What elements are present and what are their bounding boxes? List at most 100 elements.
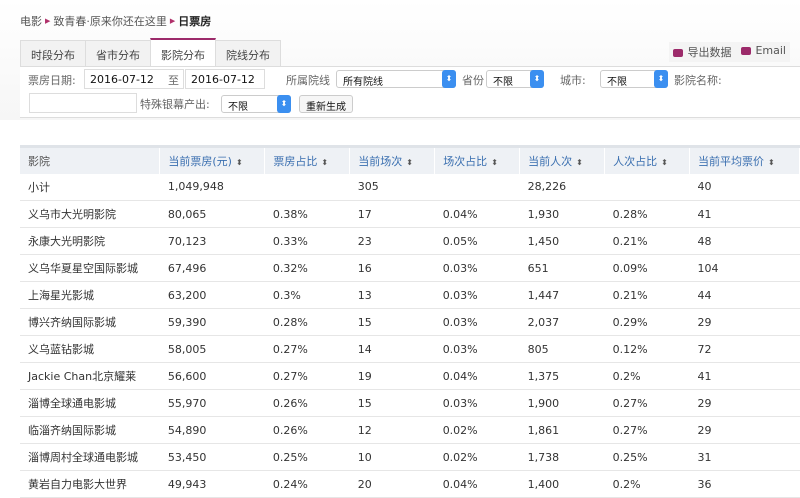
table-cell: 0.2%: [604, 470, 690, 498]
table-cell: 博兴齐纳国际影城: [20, 308, 160, 336]
table-cell: 1,738: [519, 443, 605, 471]
column-header[interactable]: 人次占比 ⬍: [604, 145, 691, 174]
sort-icon[interactable]: ⬍: [321, 158, 328, 167]
tab-cinema[interactable]: 影院分布: [150, 38, 216, 67]
breadcrumb-film[interactable]: 致青春·原来你还在这里: [53, 13, 167, 29]
email-label: Email: [755, 44, 786, 57]
table-cell: 义乌市大光明影院: [20, 200, 160, 228]
breadcrumb-movie[interactable]: 电影: [20, 13, 42, 29]
column-header-label: 影院: [28, 154, 50, 168]
table-cell: 0.28%: [604, 200, 690, 228]
table-cell: 临淄齐纳国际影城: [20, 416, 160, 444]
column-header-label: 票房占比: [273, 154, 318, 168]
column-header[interactable]: 当前票房(元) ⬍: [159, 145, 266, 174]
table-row: 淄博全球通电影城 55,970 0.26% 15 0.03% 1,900 0.27% 29: [20, 389, 800, 417]
table-cell: 59,390: [159, 308, 265, 336]
column-header-label: 场次占比: [443, 154, 488, 168]
table-cell: 23: [349, 227, 435, 255]
sort-icon[interactable]: ⬍: [576, 158, 583, 167]
table-cell: 651: [519, 254, 605, 282]
table-cell: 0.28%: [264, 308, 350, 336]
table-cell: 0.38%: [264, 200, 350, 228]
special-screen-value: 不限: [228, 102, 248, 113]
email-button[interactable]: Email: [741, 44, 786, 60]
table-cell: 15: [349, 389, 435, 417]
column-header[interactable]: 当前平均票价 ⬍: [689, 145, 800, 174]
city-select[interactable]: 不限 ⬍: [600, 70, 668, 88]
table-cell: 16: [349, 254, 435, 282]
column-header-label: 当前场次: [358, 154, 403, 168]
tab-chain[interactable]: 院线分布: [215, 40, 281, 67]
table-cell: 44: [689, 281, 800, 309]
sort-icon[interactable]: ⬍: [661, 158, 668, 167]
table-cell: 36: [689, 470, 800, 498]
table-cell: 0.05%: [434, 227, 520, 255]
sort-icon[interactable]: ⬍: [406, 158, 413, 167]
export-button[interactable]: 导出数据: [673, 44, 731, 60]
table-cell: 72: [689, 335, 800, 363]
table-cell: 0.24%: [264, 470, 350, 498]
regenerate-button[interactable]: 重新生成: [299, 95, 353, 113]
table-cell: 小计: [20, 173, 160, 201]
table-cell: 0.26%: [264, 416, 350, 444]
table-cell: 15: [349, 308, 435, 336]
table-row: 上海星光影城 63,200 0.3% 13 0.03% 1,447 0.21% 44: [20, 281, 800, 309]
column-header-label: 当前票房(元): [168, 154, 232, 168]
table-cell: 淄博全球通电影城: [20, 389, 160, 417]
date-to-input[interactable]: 2016-07-12: [185, 69, 265, 89]
table-cell: 0.21%: [604, 227, 690, 255]
table-cell: 0.03%: [434, 254, 520, 282]
to-label: 至: [168, 74, 179, 87]
select-arrows-icon: ⬍: [277, 95, 291, 113]
province-select[interactable]: 不限 ⬍: [486, 70, 544, 88]
table-row: 永康大光明影院 70,123 0.33% 23 0.05% 1,450 0.21% 48: [20, 227, 800, 255]
column-header[interactable]: 场次占比 ⬍: [434, 145, 521, 174]
province-value: 不限: [493, 77, 513, 88]
date-label: 票房日期:: [28, 74, 76, 87]
column-header-label: 人次占比: [613, 154, 658, 168]
sort-icon[interactable]: ⬍: [768, 158, 775, 167]
table-cell: 1,447: [519, 281, 605, 309]
table-cell: 17: [349, 200, 435, 228]
cinema-name-input[interactable]: [29, 93, 137, 113]
column-header[interactable]: 当前场次 ⬍: [349, 145, 436, 174]
table-cell: [604, 173, 690, 201]
city-value: 不限: [607, 77, 627, 88]
table-cell: 0.02%: [434, 416, 520, 444]
city-label: 城市:: [560, 74, 586, 87]
table-cell: 49,943: [159, 470, 265, 498]
table-cell: 305: [349, 173, 435, 201]
table-cell: 0.32%: [264, 254, 350, 282]
table-cell: 0.26%: [264, 389, 350, 417]
table-cell: 41: [689, 362, 800, 390]
table-cell: 1,930: [519, 200, 605, 228]
export-actions: 导出数据 Email: [669, 42, 790, 62]
table-cell: 1,861: [519, 416, 605, 444]
sort-icon[interactable]: ⬍: [491, 158, 498, 167]
table-cell: 1,450: [519, 227, 605, 255]
table-cell: 48: [689, 227, 800, 255]
select-arrows-icon: ⬍: [530, 70, 544, 88]
table-cell: 0.04%: [434, 470, 520, 498]
column-header[interactable]: 当前人次 ⬍: [519, 145, 606, 174]
special-screen-label: 特殊银幕产出:: [140, 98, 210, 111]
table-row: 博兴齐纳国际影城 59,390 0.28% 15 0.03% 2,037 0.29% 29: [20, 308, 800, 336]
table-cell: 黄岩自力电影大世界: [20, 470, 160, 498]
arrow-icon: ▶: [169, 17, 176, 25]
table-cell: 义乌华夏星空国际影城: [20, 254, 160, 282]
column-header[interactable]: 票房占比 ⬍: [264, 145, 351, 174]
special-screen-select[interactable]: 不限 ⬍: [221, 95, 291, 113]
table-cell: 2,037: [519, 308, 605, 336]
column-header: 影院: [20, 145, 161, 174]
table-cell: 54,890: [159, 416, 265, 444]
tab-province[interactable]: 省市分布: [85, 40, 151, 67]
table-cell: 1,049,948: [159, 173, 265, 201]
table-cell: 0.03%: [434, 308, 520, 336]
tab-time[interactable]: 时段分布: [20, 40, 86, 67]
chain-select[interactable]: 所有院线 ⬍: [336, 70, 456, 88]
chain-label: 所属院线: [286, 74, 330, 87]
table-cell: 0.27%: [264, 362, 350, 390]
sort-icon[interactable]: ⬍: [236, 158, 243, 167]
table-cell: 41: [689, 200, 800, 228]
table-row: 淄博周村全球通电影城 53,450 0.25% 10 0.02% 1,738 0.25% 31: [20, 443, 800, 471]
